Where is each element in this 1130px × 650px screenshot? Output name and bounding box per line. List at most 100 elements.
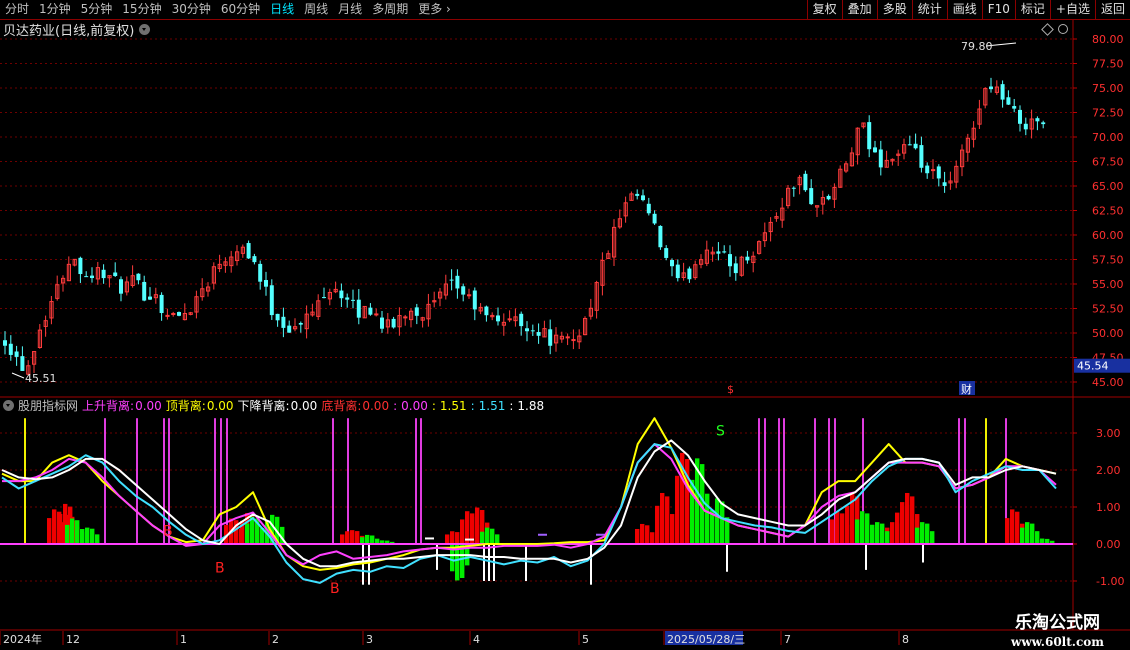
candle-body: [90, 275, 94, 279]
marker-cai: 财: [961, 382, 972, 396]
histogram-bar-green: [90, 528, 95, 544]
stock-title: 贝达药业(日线,前复权): [3, 23, 135, 39]
indicator-name[interactable]: 股朋指标网: [18, 397, 78, 414]
candle-body: [467, 294, 472, 297]
histogram-bar-green: [485, 527, 490, 544]
histogram-bar-green: [925, 523, 930, 544]
candle-body: [275, 313, 280, 321]
candle-body: [351, 299, 355, 301]
price-tick-label: 57.50: [1092, 254, 1124, 267]
candle-body: [264, 280, 268, 287]
indicator-label-12: :: [470, 399, 475, 413]
buy-marker: B: [163, 524, 173, 540]
histogram-bar-red: [460, 519, 465, 544]
candle-body: [391, 318, 396, 328]
candle-body: [507, 318, 512, 321]
indicator-series-line-3: [1, 439, 1057, 568]
indicator-label-6: 底背离:: [321, 399, 362, 413]
dash-marker: [425, 537, 434, 540]
candle-body: [646, 203, 651, 214]
candle-body: [246, 243, 251, 259]
candle-body: [722, 251, 727, 253]
indicator-label-4: 下降背离:: [237, 399, 290, 413]
chevron-down-icon[interactable]: [139, 23, 151, 35]
signal-line-magenta: [136, 418, 138, 544]
candle-body: [461, 286, 466, 295]
histogram-bar-red: [475, 507, 480, 544]
price-tick-label: 45.00: [1092, 376, 1124, 389]
candle-body: [484, 306, 489, 316]
high-price-label: 79.80: [961, 40, 993, 53]
indicator-menu-icon[interactable]: [3, 400, 14, 411]
candle-body: [664, 248, 669, 258]
indicator-label-10: :: [431, 399, 436, 413]
candle-body: [809, 188, 814, 205]
candle-body: [1006, 97, 1011, 105]
candle-body: [867, 122, 872, 150]
histogram-bar-green: [480, 531, 485, 544]
candle-body: [345, 297, 350, 300]
candle-body: [78, 257, 83, 275]
date-label: 2: [272, 633, 279, 646]
candle-body: [652, 213, 657, 224]
candle-body: [913, 143, 918, 149]
date-label: 8: [902, 633, 909, 646]
candle-body: [989, 86, 993, 90]
signal-line-yellow: [985, 418, 987, 544]
histogram-bar-red: [675, 475, 680, 544]
candle-body: [177, 312, 181, 316]
histogram-bar-red: [1010, 509, 1015, 544]
candle-body: [670, 260, 674, 267]
histogram-bar-white: [488, 544, 490, 581]
signal-line-magenta: [828, 418, 830, 544]
histogram-bar-green: [65, 524, 70, 544]
histogram-bar-green: [865, 513, 870, 544]
signal-line-magenta: [764, 418, 766, 544]
candle-body: [113, 272, 118, 276]
circle-icon[interactable]: [1058, 24, 1068, 34]
candle-body: [530, 330, 535, 332]
candle-body: [873, 147, 877, 153]
price-tick-label: 80.00: [1092, 33, 1124, 46]
watermark-title: 乐淘公式网: [1015, 613, 1100, 633]
stock-title-row: 贝达药业(日线,前复权): [0, 20, 151, 39]
candle-body: [8, 343, 13, 355]
signal-line-magenta: [332, 418, 334, 544]
histogram-bar-white: [922, 544, 924, 563]
histogram-bar-red: [1005, 518, 1010, 544]
candle-body: [380, 317, 384, 329]
candle-body: [925, 165, 930, 174]
histogram-bar-white: [590, 544, 592, 585]
indicator-label-8: :: [393, 399, 398, 413]
candle-body: [745, 256, 750, 261]
candle-body: [907, 144, 912, 146]
price-tick-label: 62.50: [1092, 205, 1124, 218]
candle-body: [368, 307, 373, 315]
candle-body: [733, 263, 738, 274]
low-pointer-line: [11, 372, 25, 379]
price-tick-label: 75.00: [1092, 82, 1124, 95]
price-tick-label: 52.50: [1092, 303, 1124, 316]
histogram-bar-red: [52, 509, 57, 544]
candle-body: [942, 182, 947, 186]
candle-body: [1035, 118, 1040, 122]
candle-body: [449, 279, 454, 281]
histogram-bar-red: [1015, 511, 1020, 544]
candle-body: [571, 339, 576, 342]
indicator-label-0: 上升背离:: [82, 399, 135, 413]
histogram-bar-white: [483, 544, 485, 581]
indicator-legend: 股朋指标网 上升背离:0.00 顶背离:0.00 下降背离:0.00 底背离:0.00…: [0, 397, 548, 414]
signal-line-magenta: [347, 418, 349, 544]
histogram-bar-green: [95, 534, 100, 544]
last-price-label: 45.54: [1077, 360, 1109, 373]
candle-body: [14, 351, 19, 357]
histogram-bar-red: [450, 531, 455, 544]
price-tick-label: 65.00: [1092, 180, 1124, 193]
histogram-bar-red: [840, 513, 845, 544]
candle-body: [171, 313, 176, 316]
date-label: 12: [66, 633, 80, 646]
histogram-bar-green: [875, 522, 880, 544]
date-label: 2025/05/28/三: [667, 633, 745, 646]
marker-dollar: $: [727, 383, 734, 396]
buy-marker: B: [330, 581, 340, 597]
